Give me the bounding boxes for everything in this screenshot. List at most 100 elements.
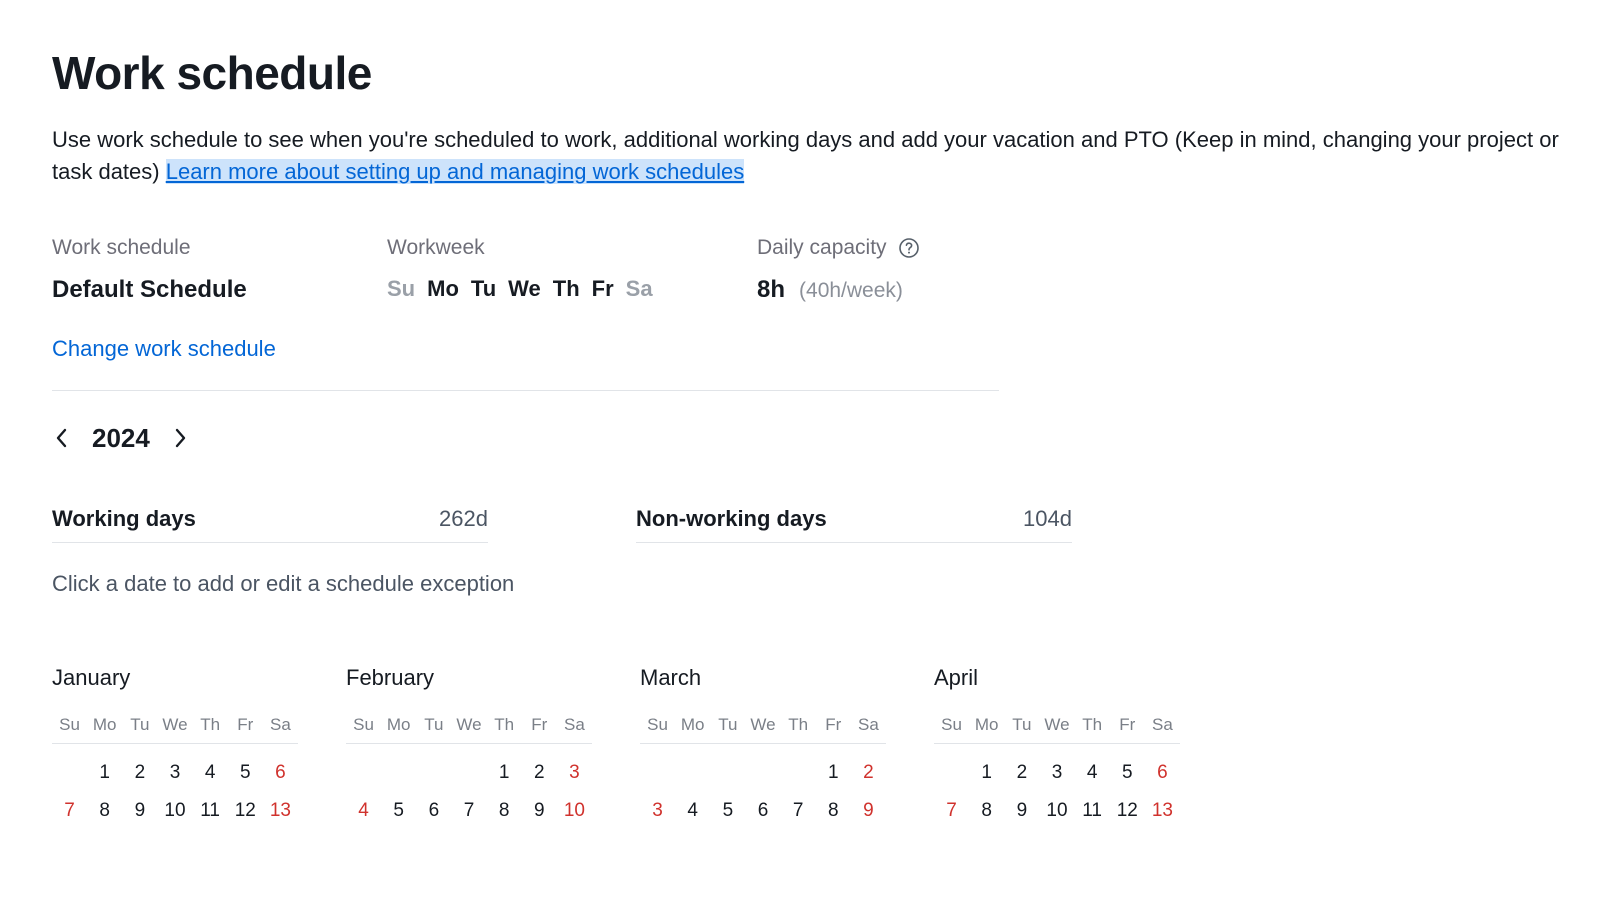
calendar-day[interactable]: 10 <box>1039 792 1074 830</box>
help-icon[interactable] <box>898 237 920 259</box>
weekday-header-cell: Sa <box>263 715 298 735</box>
calendar-day-empty <box>781 754 816 792</box>
page-title: Work schedule <box>52 46 1600 100</box>
divider <box>52 390 999 391</box>
weekday-header-cell: Su <box>52 715 87 735</box>
calendar-day[interactable]: 1 <box>816 754 851 792</box>
workweek-day-fr: Fr <box>592 276 614 302</box>
calendar-week-row: 78910111213 <box>934 792 1180 830</box>
calendar-day[interactable]: 2 <box>522 754 557 792</box>
weekday-header-cell: Sa <box>557 715 592 735</box>
calendar-week-row: 45678910 <box>346 792 592 830</box>
calendar-day[interactable]: 11 <box>1075 792 1110 830</box>
calendar-day[interactable]: 7 <box>934 792 969 830</box>
weekday-header: SuMoTuWeThFrSa <box>52 715 298 744</box>
calendar-day[interactable]: 10 <box>157 792 192 830</box>
workweek-day-we: We <box>508 276 541 302</box>
weekday-header-cell: Sa <box>1145 715 1180 735</box>
calendar-day[interactable]: 6 <box>745 792 780 830</box>
daily-capacity-note: (40h/week) <box>799 279 903 303</box>
calendar-day[interactable]: 1 <box>87 754 122 792</box>
weekday-header-cell: Tu <box>416 715 451 735</box>
daily-capacity-value: 8h <box>757 276 785 304</box>
next-year-button[interactable] <box>170 424 190 452</box>
month-april: AprilSuMoTuWeThFrSa12345678910111213 <box>934 665 1180 830</box>
calendar-day[interactable]: 12 <box>1110 792 1145 830</box>
daily-capacity-label-text: Daily capacity <box>757 236 887 259</box>
working-days-value: 262d <box>439 506 488 532</box>
calendar-day[interactable]: 4 <box>675 792 710 830</box>
weekday-header-cell: Fr <box>522 715 557 735</box>
calendar-day[interactable]: 8 <box>969 792 1004 830</box>
calendar-day[interactable]: 1 <box>969 754 1004 792</box>
calendar-day[interactable]: 8 <box>816 792 851 830</box>
calendar-day[interactable]: 4 <box>346 792 381 830</box>
calendar-day[interactable]: 7 <box>451 792 486 830</box>
calendar-day[interactable]: 7 <box>52 792 87 830</box>
calendar-day[interactable]: 9 <box>522 792 557 830</box>
calendar-day-empty <box>451 754 486 792</box>
calendar-day[interactable]: 5 <box>1110 754 1145 792</box>
calendar-week-row: 12 <box>640 754 886 792</box>
weekday-header-cell: Fr <box>816 715 851 735</box>
calendar-day[interactable]: 6 <box>1145 754 1180 792</box>
calendar-day[interactable]: 2 <box>122 754 157 792</box>
calendar-day[interactable]: 12 <box>228 792 263 830</box>
calendar-day[interactable]: 9 <box>851 792 886 830</box>
calendar-day[interactable]: 3 <box>157 754 192 792</box>
weekday-header-cell: Mo <box>381 715 416 735</box>
workweek-day-mo: Mo <box>427 276 459 302</box>
calendar-week-row: 123456 <box>934 754 1180 792</box>
workweek-day-th: Th <box>553 276 580 302</box>
working-days-stat: Working days 262d <box>52 506 488 543</box>
calendar-day[interactable]: 11 <box>193 792 228 830</box>
weekday-header-cell: Mo <box>969 715 1004 735</box>
calendar-day[interactable]: 6 <box>263 754 298 792</box>
workweek-day-sa: Sa <box>626 276 653 302</box>
calendar-day[interactable]: 13 <box>263 792 298 830</box>
calendar-day-empty <box>381 754 416 792</box>
intro-paragraph: Use work schedule to see when you're sch… <box>52 124 1592 188</box>
calendar-day[interactable]: 13 <box>1145 792 1180 830</box>
calendar-day[interactable]: 10 <box>557 792 592 830</box>
weekday-header-cell: Su <box>346 715 381 735</box>
weekday-header-cell: Mo <box>87 715 122 735</box>
weekday-header-cell: Th <box>193 715 228 735</box>
weekday-header-cell: We <box>451 715 486 735</box>
prev-year-button[interactable] <box>52 424 72 452</box>
calendar-day[interactable]: 3 <box>557 754 592 792</box>
calendar-day-empty <box>346 754 381 792</box>
calendar-day[interactable]: 2 <box>851 754 886 792</box>
weekday-header-cell: Tu <box>1004 715 1039 735</box>
calendar-day[interactable]: 2 <box>1004 754 1039 792</box>
calendar-day[interactable]: 3 <box>640 792 675 830</box>
calendar-day[interactable]: 8 <box>87 792 122 830</box>
calendar-day[interactable]: 4 <box>1075 754 1110 792</box>
calendar-day[interactable]: 4 <box>193 754 228 792</box>
calendar-day[interactable]: 3 <box>1039 754 1074 792</box>
calendar-day[interactable]: 6 <box>416 792 451 830</box>
calendar-day[interactable]: 7 <box>781 792 816 830</box>
calendar-day[interactable]: 9 <box>122 792 157 830</box>
weekday-header-cell: Sa <box>851 715 886 735</box>
calendar-week-row: 3456789 <box>640 792 886 830</box>
calendar-day[interactable]: 1 <box>487 754 522 792</box>
change-work-schedule-link[interactable]: Change work schedule <box>52 336 276 361</box>
weekday-header-cell: We <box>157 715 192 735</box>
calendar-day-empty <box>934 754 969 792</box>
calendar-day[interactable]: 9 <box>1004 792 1039 830</box>
calendar-day[interactable]: 5 <box>228 754 263 792</box>
calendar-day[interactable]: 5 <box>710 792 745 830</box>
schedule-exception-hint: Click a date to add or edit a schedule e… <box>52 571 1600 597</box>
workweek-day-su: Su <box>387 276 415 302</box>
weekday-header-cell: Th <box>781 715 816 735</box>
year-value: 2024 <box>92 423 150 454</box>
learn-more-link[interactable]: Learn more about setting up and managing… <box>166 159 744 184</box>
month-february: FebruarySuMoTuWeThFrSa12345678910 <box>346 665 592 830</box>
weekday-header: SuMoTuWeThFrSa <box>640 715 886 744</box>
calendar-day[interactable]: 8 <box>487 792 522 830</box>
working-days-label: Working days <box>52 506 196 532</box>
calendar-day[interactable]: 5 <box>381 792 416 830</box>
daily-capacity-label: Daily capacity <box>757 236 1092 260</box>
month-january: JanuarySuMoTuWeThFrSa12345678910111213 <box>52 665 298 830</box>
